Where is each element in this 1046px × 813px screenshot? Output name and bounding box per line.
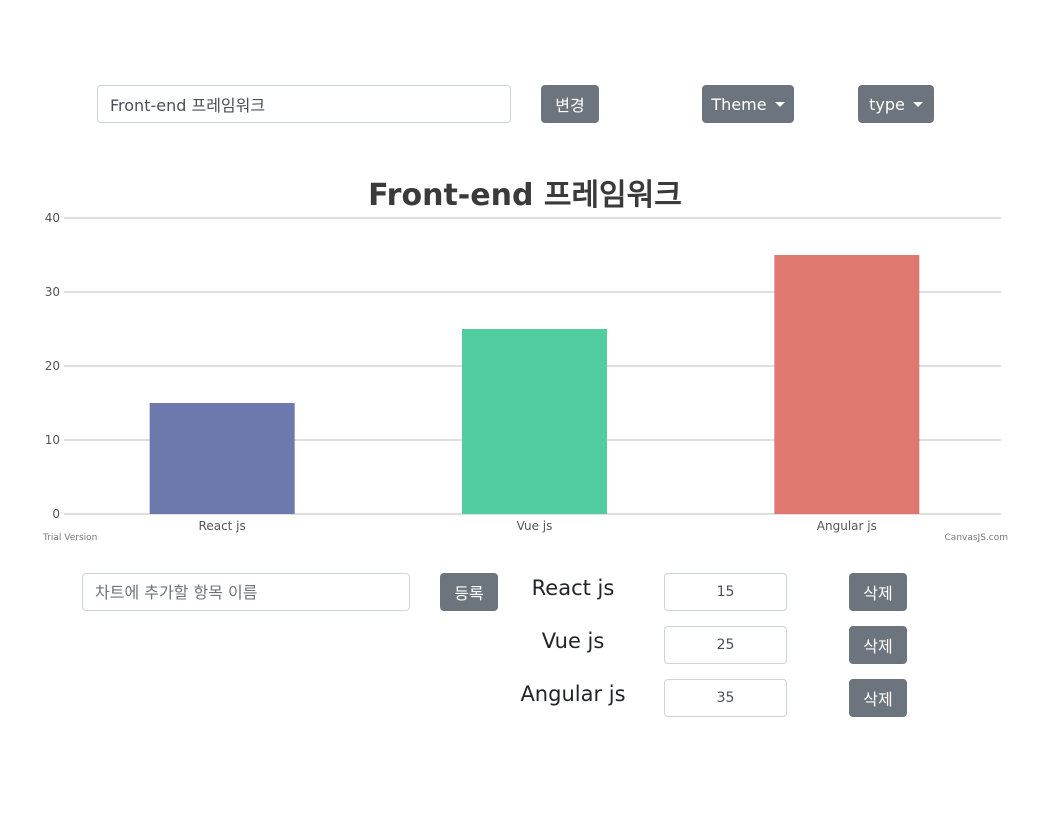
register-button[interactable]: 등록 [440, 573, 498, 611]
x-tick-label: React js [199, 519, 246, 533]
bar-chart: Front-end 프레임워크 0 10 20 30 40 React js Vue js… [42, 178, 1008, 543]
change-title-button-label: 변경 [555, 96, 585, 115]
value-input-react[interactable] [664, 573, 787, 611]
value-input-angular[interactable] [664, 679, 787, 717]
caret-down-icon [774, 101, 785, 107]
delete-button-angular[interactable]: 삭제 [849, 679, 907, 717]
delete-button-vue[interactable]: 삭제 [849, 626, 907, 664]
x-tick-label: Vue js [517, 519, 553, 533]
value-input-vue[interactable] [664, 626, 787, 664]
x-axis-ticks: React js Vue js Angular js [199, 519, 877, 533]
bar-angular-js [774, 255, 920, 514]
y-tick-label: 10 [45, 433, 60, 447]
register-button-label: 등록 [454, 584, 484, 603]
change-title-button[interactable]: 변경 [541, 85, 599, 123]
row-label-angular: Angular js [520, 682, 626, 706]
bar-react-js [149, 403, 295, 514]
caret-down-icon [912, 101, 923, 107]
theme-dropdown-label: Theme [711, 94, 767, 114]
delete-button-label: 삭제 [863, 584, 893, 603]
watermark-trial-version: Trial Version [42, 533, 97, 543]
watermark-canvasjs: CanvasJS.com [945, 533, 1008, 543]
type-dropdown-label: type [869, 94, 905, 114]
row-label-react: React js [531, 576, 615, 600]
bar-vue-js [462, 329, 607, 514]
y-tick-label: 30 [45, 285, 60, 299]
chart-title-input[interactable] [97, 85, 511, 123]
y-tick-label: 0 [52, 507, 60, 521]
type-dropdown-button[interactable]: type [858, 85, 934, 123]
theme-dropdown-button[interactable]: Theme [702, 85, 794, 123]
new-item-name-input[interactable] [82, 573, 410, 611]
x-tick-label: Angular js [817, 519, 877, 533]
y-axis-ticks: 0 10 20 30 40 [45, 211, 60, 521]
delete-button-react[interactable]: 삭제 [849, 573, 907, 611]
delete-button-label: 삭제 [863, 690, 893, 709]
y-tick-label: 40 [45, 211, 60, 225]
chart-title: Front-end 프레임워크 [368, 178, 682, 213]
y-tick-label: 20 [45, 359, 60, 373]
row-label-vue: Vue js [541, 629, 605, 653]
delete-button-label: 삭제 [863, 637, 893, 656]
chart-bars [149, 255, 920, 514]
